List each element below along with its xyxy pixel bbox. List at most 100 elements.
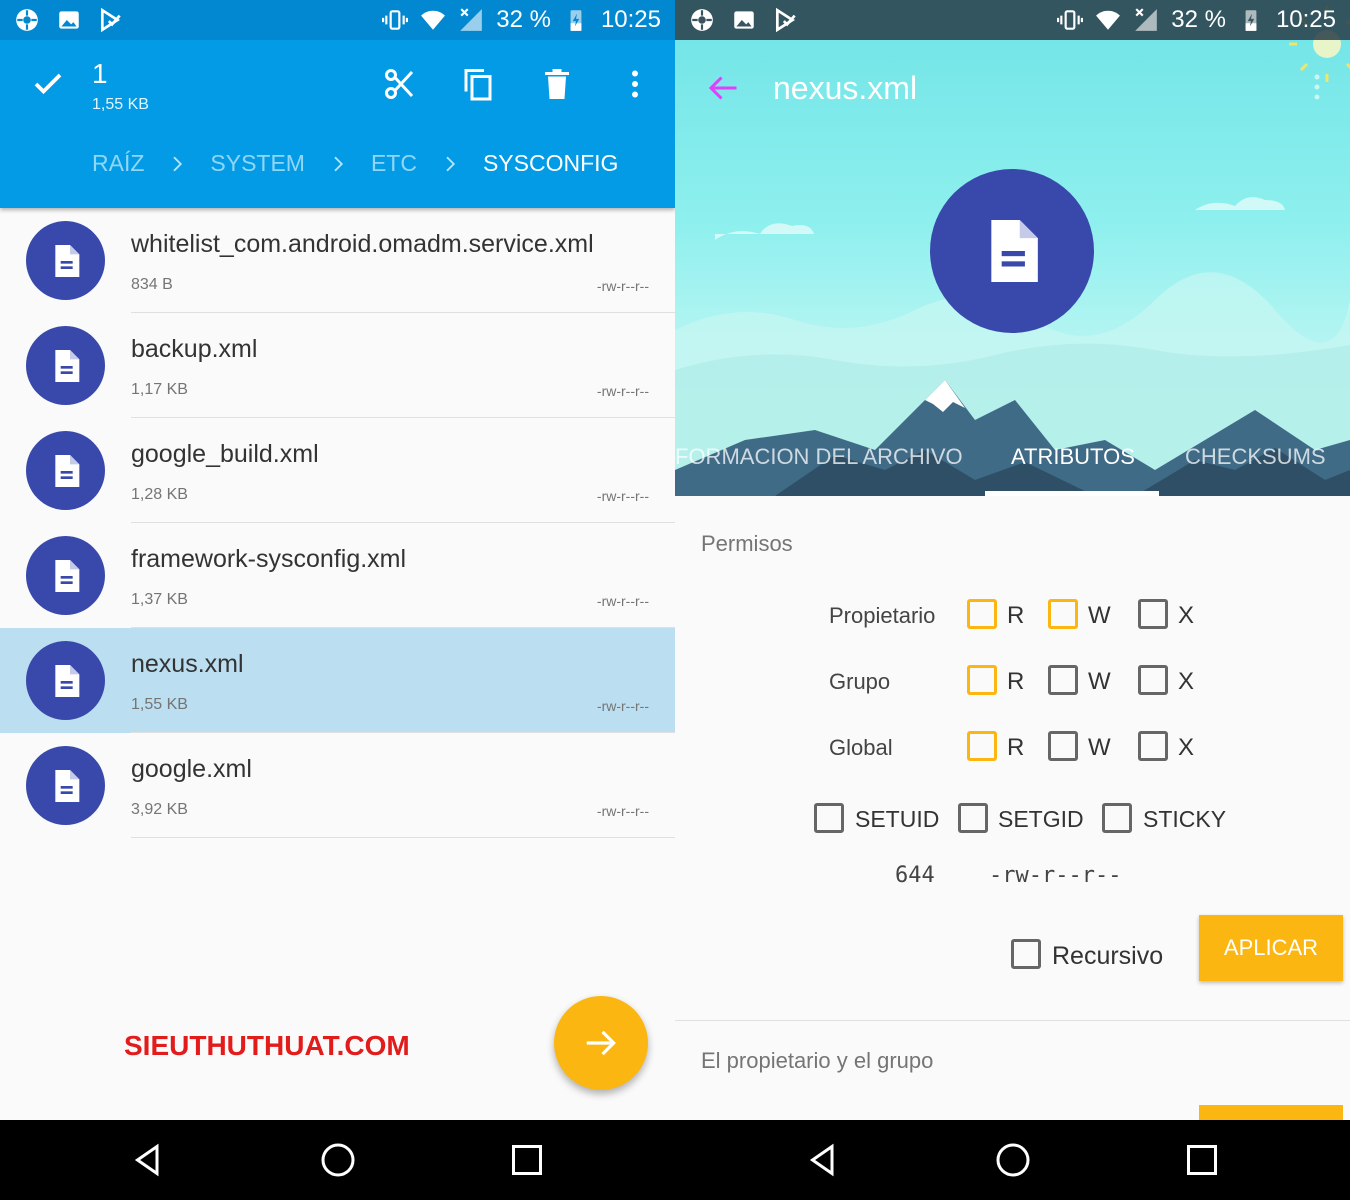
file-size: 1,28 KB	[131, 486, 188, 503]
write-letter: W	[1088, 734, 1111, 761]
file-avatar[interactable]	[26, 221, 105, 300]
app-notification-icon	[689, 7, 715, 33]
setuid-label: SETUID	[855, 806, 940, 832]
signal-icon	[458, 7, 484, 33]
tab-file-info[interactable]: FORMACION DEL ARCHIVO	[675, 444, 963, 470]
owner-execute-checkbox[interactable]	[1138, 599, 1168, 629]
apply-owner-button[interactable]	[1199, 1105, 1343, 1120]
file-name: google_build.xml	[131, 440, 319, 468]
nav-recents-button[interactable]	[507, 1140, 547, 1180]
nav-recents-button[interactable]	[1182, 1140, 1222, 1180]
more-vert-icon[interactable]	[1312, 72, 1322, 102]
read-letter: R	[1007, 734, 1025, 761]
tab-checksums[interactable]: CHECKSUMS	[1185, 444, 1326, 470]
file-permissions: -rw-r--r--	[596, 383, 649, 399]
more-options-button[interactable]	[615, 64, 655, 104]
document-icon	[54, 454, 79, 487]
global-write-checkbox[interactable]	[1048, 731, 1078, 761]
recursive-checkbox[interactable]	[1011, 939, 1041, 969]
battery-percent: 32 %	[496, 6, 551, 33]
owner-read-checkbox[interactable]	[967, 599, 997, 629]
play-store-notification-icon	[773, 7, 799, 33]
play-store-notification-icon	[98, 7, 124, 33]
read-letter: R	[1007, 602, 1025, 629]
file-row[interactable]: google.xml 3,92 KB -rw-r--r--	[0, 733, 675, 838]
apply-button[interactable]: APLICAR	[1199, 915, 1343, 981]
copy-icon	[464, 69, 492, 101]
cut-button[interactable]	[380, 64, 420, 104]
file-row[interactable]: google_build.xml 1,28 KB -rw-r--r--	[0, 418, 675, 523]
more-vert-icon	[632, 70, 638, 98]
file-avatar[interactable]	[26, 746, 105, 825]
breadcrumb-etc[interactable]: ETC	[371, 150, 417, 177]
symbolic-permissions: -rw-r--r--	[989, 863, 1122, 888]
file-row-selected[interactable]: nexus.xml 1,55 KB -rw-r--r--	[0, 628, 675, 733]
scissors-icon	[385, 69, 414, 99]
setgid-checkbox[interactable]	[958, 803, 988, 833]
tab-attributes[interactable]: ATRIBUTOS	[1011, 444, 1135, 470]
watermark-text: SIEUTHUTHUAT.COM	[124, 1030, 410, 1061]
permissions-section-title: Permisos	[701, 531, 793, 556]
breadcrumb-system[interactable]: SYSTEM	[210, 150, 305, 177]
nav-back-button[interactable]	[128, 1140, 168, 1180]
paste-fab-button[interactable]	[554, 996, 648, 1090]
file-row[interactable]: whitelist_com.android.omadm.service.xml …	[0, 208, 675, 313]
action-toolbar: 1 1,55 KB	[0, 40, 675, 130]
navigation-bar	[675, 1120, 1350, 1200]
tab-bar: FORMACION DEL ARCHIVO ATRIBUTOS CHECKSUM…	[675, 440, 1350, 496]
file-manager-screen: 32 % 10:25 1 1,55 KB RAÍZ SYSTEM ETC SYS…	[0, 0, 675, 1120]
breadcrumb-root[interactable]: RAÍZ	[92, 150, 144, 177]
file-avatar[interactable]	[26, 326, 105, 405]
file-properties-screen: 32 % 10:25 nexus.xml FORMACION DEL ARCHI…	[675, 0, 1350, 1120]
write-letter: W	[1088, 602, 1111, 629]
breadcrumb: RAÍZ SYSTEM ETC SYSCONFIG	[92, 150, 618, 177]
vibrate-icon	[382, 7, 409, 33]
file-permissions: -rw-r--r--	[596, 803, 649, 819]
file-size: 1,55 KB	[131, 696, 188, 713]
file-avatar[interactable]	[26, 536, 105, 615]
group-execute-checkbox[interactable]	[1138, 665, 1168, 695]
nav-back-button[interactable]	[803, 1140, 843, 1180]
file-name: framework-sysconfig.xml	[131, 545, 407, 573]
delete-button[interactable]	[537, 64, 577, 104]
document-icon	[54, 769, 79, 802]
setuid-checkbox[interactable]	[814, 803, 844, 833]
square-recents-icon	[512, 1145, 542, 1175]
circle-home-icon	[996, 1143, 1030, 1177]
arrow-right-icon	[586, 1030, 616, 1056]
chevron-right-icon	[144, 155, 210, 173]
properties-header: 32 % 10:25 nexus.xml FORMACION DEL ARCHI…	[675, 0, 1350, 496]
file-row[interactable]: framework-sysconfig.xml 1,37 KB -rw-r--r…	[0, 523, 675, 628]
vibrate-icon	[1057, 7, 1084, 33]
back-arrow-icon[interactable]	[705, 70, 741, 106]
triangle-back-icon	[134, 1143, 159, 1177]
nav-home-button[interactable]	[318, 1140, 358, 1180]
owner-write-checkbox[interactable]	[1048, 599, 1078, 629]
document-icon	[54, 664, 79, 697]
file-avatar[interactable]	[26, 431, 105, 510]
wifi-icon	[420, 7, 446, 33]
sticky-checkbox[interactable]	[1102, 803, 1132, 833]
wifi-icon	[1095, 7, 1121, 33]
nav-home-button[interactable]	[993, 1140, 1033, 1180]
global-read-checkbox[interactable]	[967, 731, 997, 761]
global-label: Global	[829, 735, 893, 760]
group-read-checkbox[interactable]	[967, 665, 997, 695]
file-avatar[interactable]	[26, 641, 105, 720]
read-letter: R	[1007, 668, 1025, 695]
group-write-checkbox[interactable]	[1048, 665, 1078, 695]
write-letter: W	[1088, 668, 1111, 695]
battery-percent: 32 %	[1171, 6, 1226, 33]
octal-permissions: 644	[895, 863, 935, 888]
row-divider	[131, 837, 675, 838]
clock: 10:25	[600, 6, 661, 33]
file-size: 1,17 KB	[131, 381, 188, 398]
copy-button[interactable]	[458, 64, 498, 104]
document-icon	[991, 220, 1038, 282]
check-icon[interactable]	[30, 66, 66, 102]
breadcrumb-sysconfig[interactable]: SYSCONFIG	[483, 150, 618, 177]
file-row[interactable]: backup.xml 1,17 KB -rw-r--r--	[0, 313, 675, 418]
status-bar: 32 % 10:25	[0, 0, 675, 40]
status-bar: 32 % 10:25	[675, 0, 1350, 40]
global-execute-checkbox[interactable]	[1138, 731, 1168, 761]
